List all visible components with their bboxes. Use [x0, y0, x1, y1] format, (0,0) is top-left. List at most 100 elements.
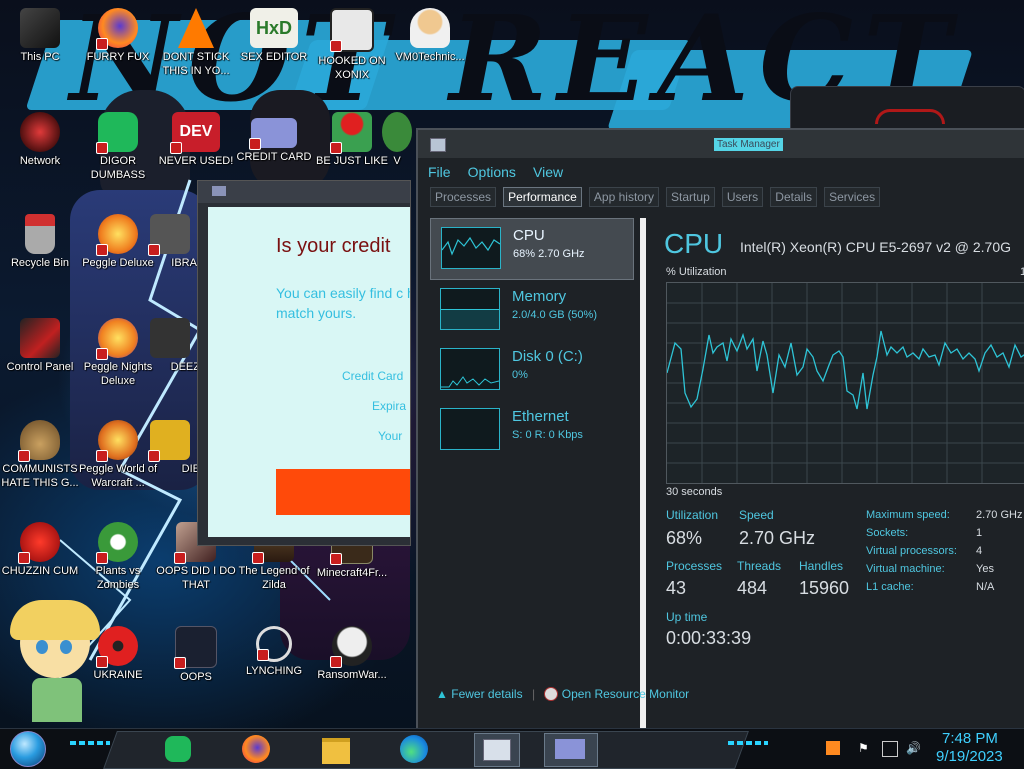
network-tray-icon[interactable] [882, 741, 898, 757]
taskbar-app-credit-card[interactable] [544, 733, 598, 767]
spec-label: Virtual processors: [866, 545, 957, 557]
credit-card-icon [249, 118, 297, 150]
desktop-icon-label: Recycle Bin [10, 257, 70, 269]
desktop-icon-recycle-bin[interactable]: Recycle Bin [0, 214, 80, 270]
tab-services[interactable]: Services [824, 187, 881, 207]
fewer-details-link[interactable]: ▲ Fewer details [436, 686, 526, 702]
terminal-icon [174, 626, 217, 669]
tab-startup[interactable]: Startup [666, 187, 715, 207]
desktop-icon-never-used[interactable]: DEV NEVER USED! [156, 112, 236, 168]
partial-icon [148, 420, 190, 462]
resource-ethernet[interactable]: Ethernet S: 0 R: 0 Kbps [430, 400, 634, 460]
desktop-icon-ibrai[interactable]: IBRAI [140, 214, 200, 270]
desktop-icon-vm0technic[interactable]: VM0Technic... [390, 8, 470, 64]
processes-value: 43 [666, 578, 687, 598]
utilization-value: 68% [666, 528, 703, 548]
spec-label: L1 cache: [866, 581, 914, 593]
dev-cpp-icon: DEV [170, 112, 220, 154]
menu-options[interactable]: Options [468, 164, 516, 180]
taskbar-app-task-manager[interactable] [474, 733, 520, 767]
desktop-icon-dont-stick[interactable]: DONT STICK THIS IN YO... [156, 8, 236, 78]
graph-time-span: 30 seconds [666, 486, 723, 498]
cpu-mini-sparkline [442, 236, 500, 256]
desktop-icon-communists[interactable]: COMMUNISTS HATE THIS G... [0, 420, 80, 490]
desktop-icon-chuzzin[interactable]: CHUZZIN CUM [0, 522, 80, 578]
resource-memory[interactable]: Memory 2.0/4.0 GB (50%) [430, 280, 634, 340]
wallpaper-red-arc [875, 109, 945, 124]
uptime-value: 0:00:33:39 [666, 628, 752, 648]
open-resource-monitor-link[interactable]: Open Resource Monitor [544, 686, 689, 702]
taskbar-app-firefox[interactable] [240, 733, 272, 765]
desktop-icon-xonix[interactable]: HOOKED ON XONIX [312, 8, 392, 82]
desktop-icon-this-pc[interactable]: This PC [0, 8, 80, 64]
desktop-icon-deez[interactable]: DEEZ [140, 318, 200, 374]
tab-details[interactable]: Details [770, 187, 817, 207]
resource-detail: 2.0/4.0 GB (50%) [512, 309, 597, 321]
resource-detail: 0% [512, 369, 528, 381]
task-manager-window: Task Manager File Options View Processes… [416, 128, 1024, 758]
volume-icon[interactable]: 🔊 [906, 741, 921, 755]
menu-file[interactable]: File [428, 164, 451, 180]
desktop-icon-oops[interactable]: OOPS [156, 626, 236, 684]
clock-date[interactable]: 9/19/2023 [936, 748, 1003, 765]
credit-card-titlebar[interactable] [198, 181, 410, 203]
taskbar-app-file-explorer[interactable] [320, 733, 352, 765]
desktop-icon-label: Network [19, 155, 61, 167]
computer-icon [20, 8, 60, 48]
taskbar-app-edge[interactable] [398, 733, 430, 765]
firefox-icon [96, 8, 138, 50]
credit-card-icon [555, 739, 585, 759]
resource-name: Disk 0 (C:) [512, 348, 583, 365]
desktop-icon-die[interactable]: DIE [140, 420, 200, 476]
desktop-icon-furry-fux[interactable]: FURRY FUX [78, 8, 158, 64]
desktop-icon-control-panel[interactable]: Control Panel [0, 318, 80, 374]
desktop-icon-label: This PC [20, 51, 60, 63]
desktop-icon-v[interactable]: V [380, 112, 414, 168]
desktop-icon-digor[interactable]: DIGOR DUMBASS [78, 112, 158, 182]
desktop-icon-label: The Legend of Zilda [238, 565, 310, 591]
start-button[interactable] [10, 731, 46, 767]
spec-value: N/A [976, 581, 995, 593]
taskbar-app-chat[interactable] [162, 733, 194, 765]
skull-icon [330, 626, 372, 668]
task-manager-icon [430, 138, 446, 152]
task-manager-titlebar[interactable]: Task Manager [418, 130, 1024, 158]
xonix-game-icon [330, 8, 374, 52]
task-manager-menubar: File Options View [428, 162, 575, 182]
desktop-icon-label: Minecraft4Fr... [316, 567, 388, 579]
tab-users[interactable]: Users [721, 187, 764, 207]
desktop-icon-plants-vs-zombies[interactable]: Plants vs Zombies [78, 522, 158, 592]
menu-view[interactable]: View [533, 164, 563, 180]
task-manager-icon [483, 739, 511, 761]
tab-app-history[interactable]: App history [588, 187, 659, 207]
disk-mini-graph [440, 348, 500, 390]
desktop-icon-label: UKRAINE [93, 669, 143, 681]
clock-time[interactable]: 7:48 PM [942, 730, 998, 747]
desktop-icon-lynching[interactable]: LYNCHING [234, 626, 314, 678]
desktop-icon-sex-editor[interactable]: HxD SEX EDITOR [234, 8, 314, 64]
network-icon [20, 112, 60, 152]
tray-app-icon[interactable] [826, 741, 840, 755]
tab-performance[interactable]: Performance [503, 187, 582, 207]
desktop-icon-label: DEEZ [170, 361, 200, 373]
arrow-up-icon: ▲ [436, 687, 448, 702]
credit-card-number-label: Credit Card [342, 369, 404, 383]
flag-icon[interactable]: ⚑ [858, 741, 872, 755]
edge-icon [400, 735, 428, 763]
desktop-icon-label: SEX EDITOR [240, 51, 308, 63]
resource-cpu[interactable]: CPU 68% 2.70 GHz [430, 218, 634, 280]
desktop-icon-credit-card[interactable]: CREDIT CARD [234, 112, 314, 164]
credit-card-window-icon [212, 186, 226, 196]
desktop-icon-label: DIE [181, 463, 200, 475]
utilization-axis-label: % Utilization [666, 266, 727, 278]
pane-divider[interactable] [640, 218, 646, 758]
partial-icon [150, 318, 190, 358]
desktop-icon-ransomware[interactable]: RansomWar... [312, 626, 392, 682]
desktop-icon-network[interactable]: Network [0, 112, 80, 168]
control-panel-icon [20, 318, 60, 358]
credit-card-submit-button[interactable] [276, 469, 410, 515]
resource-disk[interactable]: Disk 0 (C:) 0% [430, 340, 634, 400]
tab-processes[interactable]: Processes [430, 187, 497, 207]
cpu-mini-graph [441, 227, 501, 269]
desktop-icon-ukraine[interactable]: UKRAINE [78, 626, 158, 682]
